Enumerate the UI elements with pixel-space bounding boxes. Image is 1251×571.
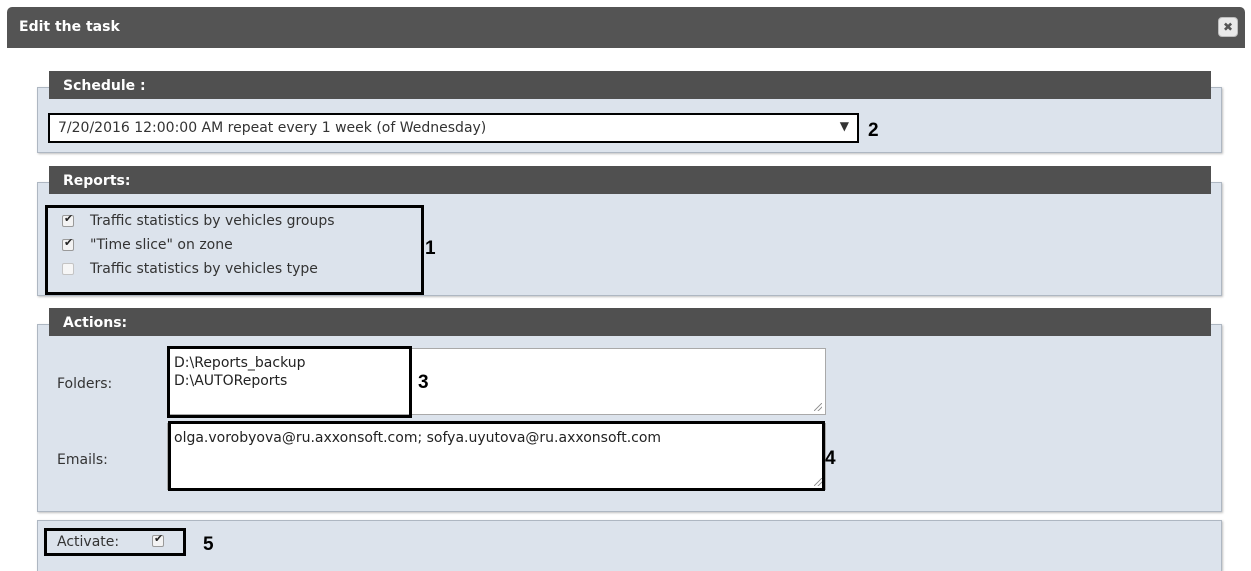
dropdown-arrow-icon[interactable]: ▼: [840, 119, 849, 133]
report-item[interactable]: "Time slice" on zone: [62, 235, 233, 255]
activate-checkbox[interactable]: [152, 532, 164, 547]
actions-header-label: Actions:: [63, 315, 128, 331]
activate-label: Activate:: [57, 534, 120, 550]
schedule-select[interactable]: 7/20/2016 12:00:00 AM repeat every 1 wee…: [48, 113, 859, 143]
activate-section: [37, 520, 1222, 571]
folders-label: Folders:: [57, 376, 113, 392]
actions-header: Actions:: [49, 308, 1211, 336]
schedule-header: Schedule :: [49, 71, 1211, 99]
report-item[interactable]: Traffic statistics by vehicles type: [62, 259, 318, 279]
dialog-title: Edit the task: [19, 19, 120, 35]
schedule-header-label: Schedule :: [63, 78, 146, 94]
callout-2: 2: [868, 120, 879, 141]
report-item-label: Traffic statistics by vehicles groups: [90, 213, 335, 229]
report-item[interactable]: Traffic statistics by vehicles groups: [62, 211, 335, 231]
report-item-label: "Time slice" on zone: [90, 237, 233, 253]
dialog-titlebar: Edit the task ✖: [7, 7, 1245, 48]
callout-4: 4: [825, 448, 836, 469]
close-icon[interactable]: ✖: [1218, 17, 1238, 37]
report-item-label: Traffic statistics by vehicles type: [90, 261, 318, 277]
checkbox-unchecked-icon[interactable]: [62, 263, 74, 275]
reports-header: Reports:: [49, 166, 1211, 194]
checkbox-checked-icon[interactable]: [62, 236, 74, 251]
reports-header-label: Reports:: [63, 173, 131, 189]
callout-5: 5: [203, 534, 214, 555]
resize-handle-icon[interactable]: [814, 403, 822, 411]
callout-1: 1: [425, 238, 436, 259]
folders-highlight-box: [167, 346, 412, 418]
schedule-select-value: 7/20/2016 12:00:00 AM repeat every 1 wee…: [58, 120, 487, 136]
emails-highlight-box: [168, 421, 825, 491]
checkbox-checked-icon[interactable]: [62, 212, 74, 227]
callout-3: 3: [418, 372, 429, 393]
emails-label: Emails:: [57, 452, 108, 468]
